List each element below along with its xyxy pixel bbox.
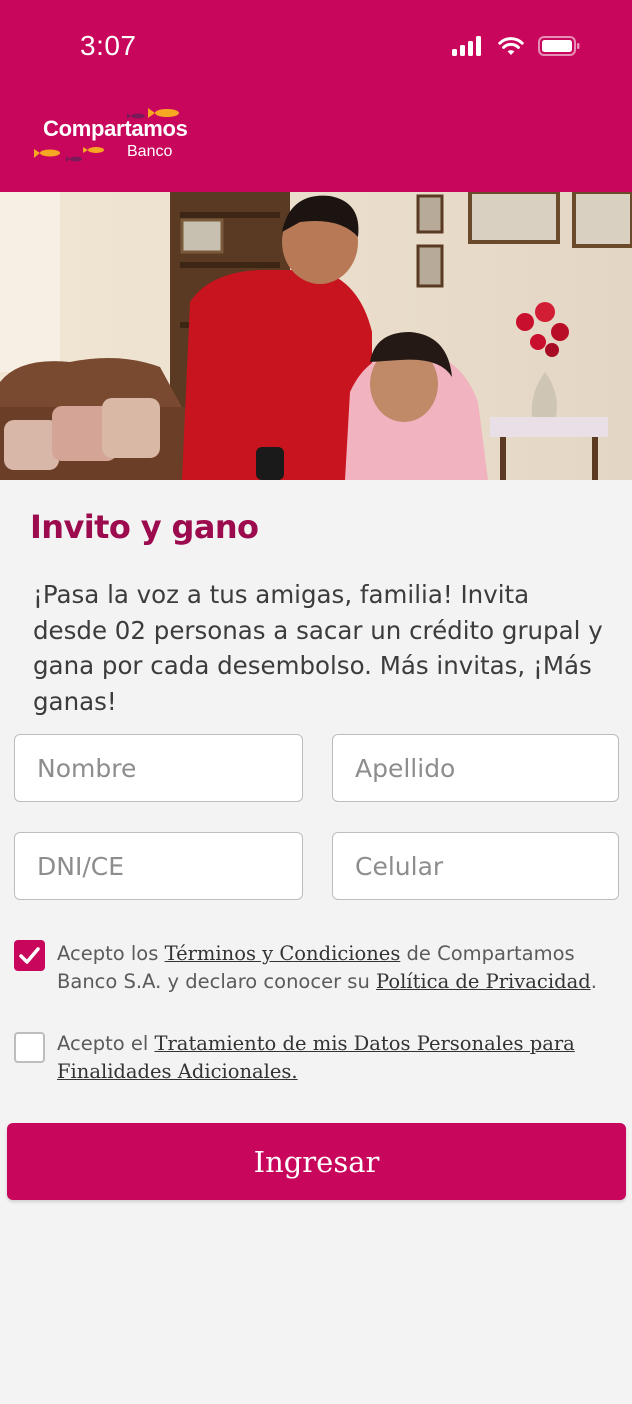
brand-name: Compartamos xyxy=(43,116,188,141)
apellido-input[interactable] xyxy=(333,735,618,801)
page-description: ¡Pasa la voz a tus amigas, familia! Invi… xyxy=(33,580,603,716)
terms-consent-text: Acepto los Términos y Condiciones de Com… xyxy=(57,940,602,996)
wifi-icon xyxy=(498,37,524,55)
data-processing-consent-text: Acepto el Tratamiento de mis Datos Perso… xyxy=(57,1030,602,1086)
main-content: Invito y gano ¡Pasa la voz a tus amigas,… xyxy=(0,480,632,1404)
brand-sub: Banco xyxy=(127,143,173,160)
data-processing-checkbox[interactable] xyxy=(14,1032,45,1063)
terms-text-pre: Acepto los xyxy=(57,942,165,965)
compartamos-logo: Compartamos Banco xyxy=(34,108,204,168)
app-header: 3:07 Compartamos Banco xyxy=(0,0,632,192)
hero-photo xyxy=(0,192,632,480)
apellido-field[interactable] xyxy=(332,734,619,802)
data-text-pre: Acepto el xyxy=(57,1032,155,1055)
nombre-input[interactable] xyxy=(15,735,302,801)
terms-text-post: . xyxy=(590,970,597,993)
celular-field[interactable] xyxy=(332,832,619,900)
status-time: 3:07 xyxy=(80,30,137,61)
dni-field[interactable] xyxy=(14,832,303,900)
battery-icon xyxy=(538,36,580,56)
signal-icon xyxy=(452,36,481,56)
celular-input[interactable] xyxy=(333,833,618,899)
checkmark-icon xyxy=(19,947,40,964)
privacy-policy-link[interactable]: Política de Privacidad xyxy=(376,970,591,993)
page-title: Invito y gano xyxy=(30,508,259,546)
nombre-field[interactable] xyxy=(14,734,303,802)
terms-conditions-link[interactable]: Términos y Condiciones xyxy=(165,942,401,965)
submit-button[interactable]: Ingresar xyxy=(7,1123,626,1200)
terms-checkbox[interactable] xyxy=(14,940,45,971)
dni-input[interactable] xyxy=(15,833,302,899)
status-icons xyxy=(452,36,580,56)
hero-illustration xyxy=(0,192,632,480)
